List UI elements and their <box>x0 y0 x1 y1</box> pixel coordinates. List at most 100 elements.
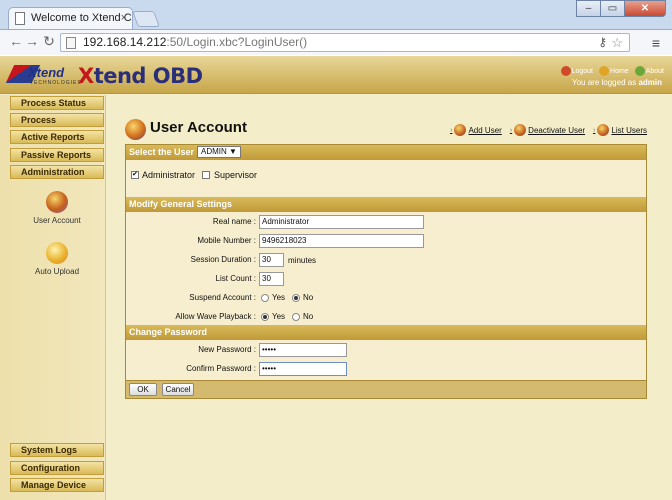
logged-prefix: You are logged as <box>572 78 637 87</box>
add-user-icon <box>454 124 467 136</box>
arrow-icon: › <box>450 126 453 134</box>
cancel-button[interactable]: Cancel <box>162 383 194 396</box>
user-account-form: Select the User ADMIN ▼ ✔ Administrator … <box>125 144 647 399</box>
home-label: Home <box>610 67 629 75</box>
suspend-no-label: No <box>303 293 314 302</box>
menu-icon[interactable]: ≡ <box>652 35 660 51</box>
session-unit: minutes <box>288 256 317 265</box>
bookmark-star-icon[interactable]: ☆ <box>611 34 623 51</box>
product-title-x: X <box>78 64 94 88</box>
home-link[interactable]: Home <box>599 66 629 76</box>
suspend-no-radio[interactable] <box>292 294 300 302</box>
suspend-yes-radio[interactable] <box>261 294 269 302</box>
logout-label: Logout <box>571 67 594 75</box>
list-count-label: List Count : <box>215 274 256 283</box>
company-logo: Xtend TECHNOLOGIES <box>5 63 81 89</box>
suspend-label: Suspend Account : <box>189 293 256 302</box>
sidebar-tool-auto-upload[interactable]: Auto Upload <box>22 242 92 276</box>
ok-button[interactable]: OK <box>129 383 157 396</box>
session-row: Session Duration : 30 minutes <box>126 251 646 270</box>
confirm-password-input[interactable]: ••••• <box>259 362 347 376</box>
key-icon[interactable]: ⚷ <box>598 34 607 51</box>
new-tab-button[interactable] <box>132 11 160 27</box>
tab-close-icon[interactable]: × <box>121 8 127 29</box>
wave-yes-radio[interactable] <box>261 313 269 321</box>
new-password-input[interactable]: ••••• <box>259 343 347 357</box>
role-options: ✔ Administrator Supervisor <box>126 160 646 197</box>
suspend-row: Suspend Account : Yes No <box>126 289 646 308</box>
session-duration-input[interactable]: 30 <box>259 253 284 267</box>
browser-chrome: Welcome to Xtend C × – ▭ ✕ ← → ↻ 192.168… <box>0 0 672 55</box>
address-bar[interactable]: 192.168.14.212:50/Login.xbc?LoginUser() … <box>60 33 630 52</box>
logout-link[interactable]: Logout <box>560 66 594 76</box>
header-links: Logout Home About <box>560 66 664 76</box>
about-icon <box>634 66 645 76</box>
browser-toolbar: ← → ↻ 192.168.14.212:50/Login.xbc?LoginU… <box>0 29 672 55</box>
general-settings-header: Modify General Settings <box>126 197 646 212</box>
administrator-checkbox[interactable]: ✔ <box>131 171 139 179</box>
product-title-rest: tend OBD <box>93 64 203 88</box>
logo-brand: Xtend <box>28 65 65 80</box>
real-name-row: Real name : Administrator <box>126 213 646 232</box>
sidebar-item-administration[interactable]: Administration <box>10 165 104 179</box>
new-password-row: New Password : ••••• <box>126 341 646 360</box>
site-header: Xtend TECHNOLOGIES Xtend OBD Logout Home… <box>0 56 672 94</box>
close-window-button[interactable]: ✕ <box>624 0 666 17</box>
home-icon <box>599 66 610 76</box>
sidebar-item-manage-device[interactable]: Manage Device <box>10 478 104 492</box>
sidebar-item-process-status[interactable]: Process Status <box>10 96 104 110</box>
page-icon <box>15 12 25 25</box>
user-select[interactable]: ADMIN ▼ <box>197 146 241 158</box>
mobile-label: Mobile Number : <box>197 236 256 245</box>
window-controls: – ▭ ✕ <box>576 0 666 18</box>
list-users-icon <box>597 124 610 136</box>
url-path: :50/Login.xbc?LoginUser() <box>166 35 308 49</box>
reload-icon[interactable]: ↻ <box>41 34 57 50</box>
browser-tab[interactable]: Welcome to Xtend C × <box>8 7 133 29</box>
select-user-header: Select the User ADMIN ▼ <box>126 145 646 160</box>
deactivate-user-icon <box>514 124 527 136</box>
user-account-icon <box>46 191 68 213</box>
list-users-link[interactable]: › List Users <box>593 124 647 136</box>
wave-playback-label: Allow Wave Playback : <box>175 312 256 321</box>
sidebar-item-passive-reports[interactable]: Passive Reports <box>10 148 104 162</box>
real-name-label: Real name : <box>212 217 256 226</box>
back-icon[interactable]: ← <box>8 34 24 50</box>
user-actions: › Add User › Deactivate User › List Users <box>450 124 647 136</box>
add-user-label: Add User <box>468 125 502 135</box>
sidebar-tool-user-account[interactable]: User Account <box>22 191 92 225</box>
sidebar-item-configuration[interactable]: Configuration <box>10 461 104 475</box>
user-account-label: User Account <box>33 216 81 225</box>
maximize-button[interactable]: ▭ <box>600 0 625 17</box>
new-password-label: New Password : <box>198 345 256 354</box>
sidebar-item-active-reports[interactable]: Active Reports <box>10 130 104 144</box>
wave-no-radio[interactable] <box>292 313 300 321</box>
web-page: Xtend TECHNOLOGIES Xtend OBD Logout Home… <box>0 56 672 500</box>
form-actions: OK Cancel <box>126 380 646 398</box>
wave-playback-row: Allow Wave Playback : Yes No <box>126 308 646 325</box>
sidebar: Process Status Process Active Reports Pa… <box>0 95 106 500</box>
deactivate-user-link[interactable]: › Deactivate User <box>510 124 585 136</box>
list-count-input[interactable]: 30 <box>259 272 284 286</box>
change-password-header: Change Password <box>126 325 646 340</box>
real-name-input[interactable]: Administrator <box>259 215 424 229</box>
sidebar-item-system-logs[interactable]: System Logs <box>10 443 104 457</box>
page-title: User Account <box>150 119 247 136</box>
sidebar-item-process[interactable]: Process <box>10 113 104 127</box>
tab-title: Welcome to Xtend C <box>31 12 132 24</box>
forward-icon[interactable]: → <box>24 34 40 50</box>
logged-user: admin <box>638 78 662 87</box>
logout-icon <box>560 66 571 76</box>
supervisor-checkbox[interactable] <box>202 171 210 179</box>
confirm-password-row: Confirm Password : ••••• <box>126 360 646 380</box>
minimize-button[interactable]: – <box>576 0 601 17</box>
url-host: 192.168.14.212 <box>83 35 167 49</box>
about-link[interactable]: About <box>634 66 664 76</box>
deactivate-user-label: Deactivate User <box>528 125 586 135</box>
list-count-row: List Count : 30 <box>126 270 646 289</box>
page-info-icon[interactable] <box>66 37 76 49</box>
suspend-yes-label: Yes <box>272 293 286 302</box>
user-account-title-icon <box>125 119 146 140</box>
add-user-link[interactable]: › Add User <box>450 124 502 136</box>
mobile-input[interactable]: 9496218023 <box>259 234 424 248</box>
